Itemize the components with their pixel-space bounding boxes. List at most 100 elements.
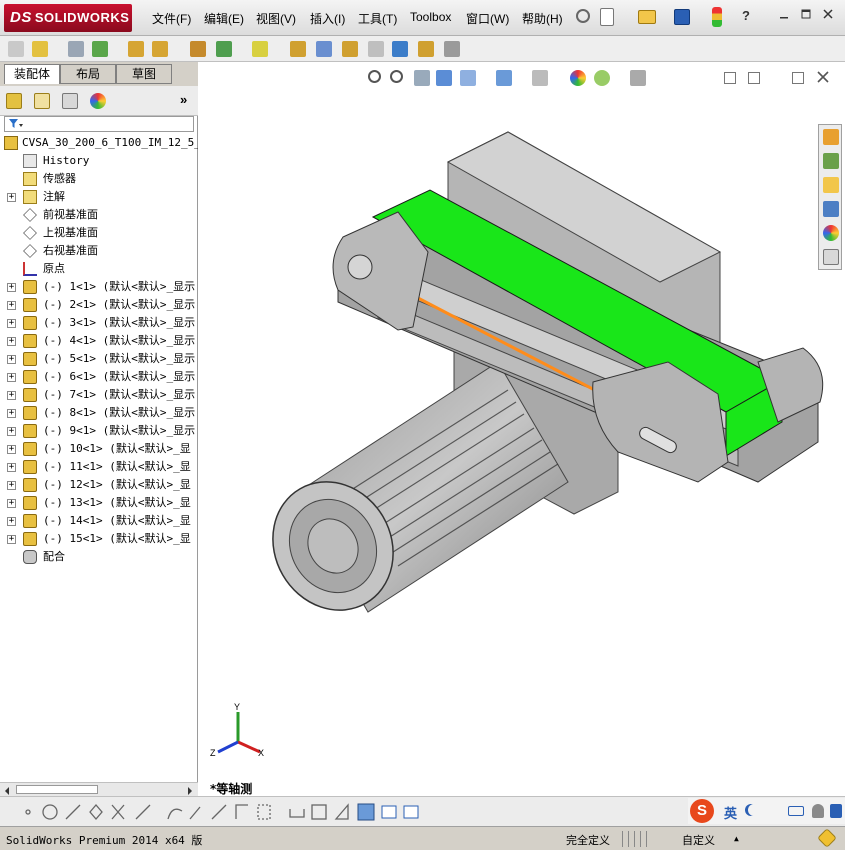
ime-language-toggle[interactable]: 英: [724, 803, 737, 822]
expand-icon[interactable]: +: [7, 445, 16, 454]
expand-icon[interactable]: +: [7, 481, 16, 490]
solidworks-logo[interactable]: DS SOLIDWORKS: [4, 4, 132, 32]
menu-item-7[interactable]: 帮助(H): [522, 10, 563, 27]
tab-layout[interactable]: 布局: [60, 64, 116, 84]
ime-moon-icon[interactable]: [748, 804, 760, 816]
pin-icon[interactable]: [576, 9, 590, 23]
tab-assembly[interactable]: 装配体: [4, 64, 60, 84]
tree-item[interactable]: + (-) 9<1> (默认<默认>_显示: [0, 422, 198, 440]
menu-item-0[interactable]: 文件(F): [152, 10, 191, 27]
tree-item[interactable]: + (-) 3<1> (默认<默认>_显示: [0, 314, 198, 332]
assembly-features-icon[interactable]: [216, 41, 232, 57]
tab-sketch[interactable]: 草图: [116, 64, 172, 84]
home-icon[interactable]: [823, 129, 839, 145]
expand-icon[interactable]: +: [7, 535, 16, 544]
ime-keyboard-icon[interactable]: [788, 806, 804, 816]
design-library-icon[interactable]: [823, 153, 839, 169]
tree-item[interactable]: + (-) 1<1> (默认<默认>_显示: [0, 278, 198, 296]
appearances-icon[interactable]: [823, 225, 839, 241]
expand-icon[interactable]: +: [7, 283, 16, 292]
expand-icon[interactable]: +: [7, 517, 16, 526]
assembly-new-icon[interactable]: [8, 41, 24, 57]
exploded-view-icon[interactable]: [316, 41, 332, 57]
scroll-thumb[interactable]: [16, 785, 98, 794]
new-document-icon[interactable]: [600, 8, 614, 26]
explode-line-icon[interactable]: [342, 41, 358, 57]
traffic-light-icon[interactable]: [712, 7, 722, 27]
help-icon[interactable]: ?: [738, 8, 754, 24]
tree-item[interactable]: + (-) 7<1> (默认<默认>_显示: [0, 386, 198, 404]
mate-icon[interactable]: [92, 41, 108, 57]
menu-item-2[interactable]: 视图(V): [256, 10, 296, 27]
expand-icon[interactable]: +: [7, 391, 16, 400]
interference-icon[interactable]: [368, 41, 384, 57]
expand-icon[interactable]: +: [7, 193, 16, 202]
tree-item[interactable]: + (-) 13<1> (默认<默认>_显: [0, 494, 198, 512]
mass-properties-icon[interactable]: [418, 41, 434, 57]
tree-item[interactable]: + (-) 5<1> (默认<默认>_显示: [0, 350, 198, 368]
graphics-area[interactable]: Y X Z *等轴测: [198, 62, 845, 796]
insert-component-icon[interactable]: [32, 41, 48, 57]
configuration-manager-icon[interactable]: [62, 93, 78, 109]
tree-item[interactable]: + (-) 15<1> (默认<默认>_显: [0, 530, 198, 548]
tree-item[interactable]: 原点: [0, 260, 198, 278]
bom-icon[interactable]: [290, 41, 306, 57]
menu-item-6[interactable]: 窗口(W): [466, 10, 509, 27]
tree-item[interactable]: + (-) 2<1> (默认<默认>_显示: [0, 296, 198, 314]
tree-item[interactable]: + (-) 14<1> (默认<默认>_显: [0, 512, 198, 530]
menu-item-1[interactable]: 编辑(E): [204, 10, 244, 27]
tree-item[interactable]: + (-) 6<1> (默认<默认>_显示: [0, 368, 198, 386]
sketch-tools[interactable]: [0, 797, 440, 827]
expand-icon[interactable]: +: [7, 409, 16, 418]
rotate-component-icon[interactable]: [152, 41, 168, 57]
menu-item-4[interactable]: 工具(T): [358, 10, 397, 27]
tree-item[interactable]: + (-) 11<1> (默认<默认>_显: [0, 458, 198, 476]
save-icon[interactable]: [674, 9, 690, 25]
expand-icon[interactable]: +: [7, 463, 16, 472]
quick-tips-icon[interactable]: [817, 828, 837, 848]
reference-geometry-icon[interactable]: [252, 41, 268, 57]
expand-icon[interactable]: +: [7, 373, 16, 382]
restore-icon[interactable]: [798, 8, 814, 24]
display-manager-icon[interactable]: [90, 93, 106, 109]
paperclip-icon[interactable]: [68, 41, 84, 57]
minimize-icon[interactable]: [776, 8, 792, 24]
tree-item[interactable]: + (-) 4<1> (默认<默认>_显示: [0, 332, 198, 350]
move-component-icon[interactable]: [128, 41, 144, 57]
tree-item[interactable]: + (-) 10<1> (默认<默认>_显: [0, 440, 198, 458]
expand-icon[interactable]: +: [7, 319, 16, 328]
units-mode[interactable]: 自定义: [682, 832, 715, 848]
menu-item-3[interactable]: 插入(I): [310, 10, 345, 27]
menu-item-5[interactable]: Toolbox: [410, 10, 451, 24]
tree-item[interactable]: + 注解: [0, 188, 198, 206]
belt-conveyor-model[interactable]: Y X Z: [198, 62, 845, 796]
tree-item[interactable]: 右视基准面: [0, 242, 198, 260]
units-mode-arrow[interactable]: ▲: [734, 834, 739, 843]
view-palette-icon[interactable]: [823, 201, 839, 217]
filter-input[interactable]: [4, 116, 194, 132]
tree-item[interactable]: 配合: [0, 548, 198, 566]
horizontal-scrollbar[interactable]: [0, 782, 198, 796]
open-folder-icon[interactable]: [638, 10, 656, 24]
expand-icon[interactable]: +: [7, 301, 16, 310]
tree-item[interactable]: + (-) 12<1> (默认<默认>_显: [0, 476, 198, 494]
expand-icon[interactable]: +: [7, 355, 16, 364]
sogou-logo-icon[interactable]: S: [690, 799, 714, 823]
fm-expand-icon[interactable]: »: [180, 92, 187, 107]
measure-icon[interactable]: [392, 41, 408, 57]
ime-user-icon[interactable]: [812, 804, 824, 818]
close-icon[interactable]: [820, 8, 836, 24]
file-explorer-icon[interactable]: [823, 177, 839, 193]
instant3d-icon[interactable]: [444, 41, 460, 57]
feature-manager-tree-icon[interactable]: [6, 93, 22, 109]
expand-icon[interactable]: +: [7, 427, 16, 436]
ime-skin-icon[interactable]: [830, 804, 842, 818]
tree-item[interactable]: 传感器: [0, 170, 198, 188]
expand-icon[interactable]: +: [7, 337, 16, 346]
tree-item[interactable]: History: [0, 152, 198, 170]
tree-root-assembly[interactable]: CVSA_30_200_6_T100_IM_12_5_H_: [0, 134, 214, 152]
tree-item[interactable]: 前视基准面: [0, 206, 198, 224]
custom-properties-icon[interactable]: [823, 249, 839, 265]
property-manager-icon[interactable]: [34, 93, 50, 109]
tree-item[interactable]: + (-) 8<1> (默认<默认>_显示: [0, 404, 198, 422]
